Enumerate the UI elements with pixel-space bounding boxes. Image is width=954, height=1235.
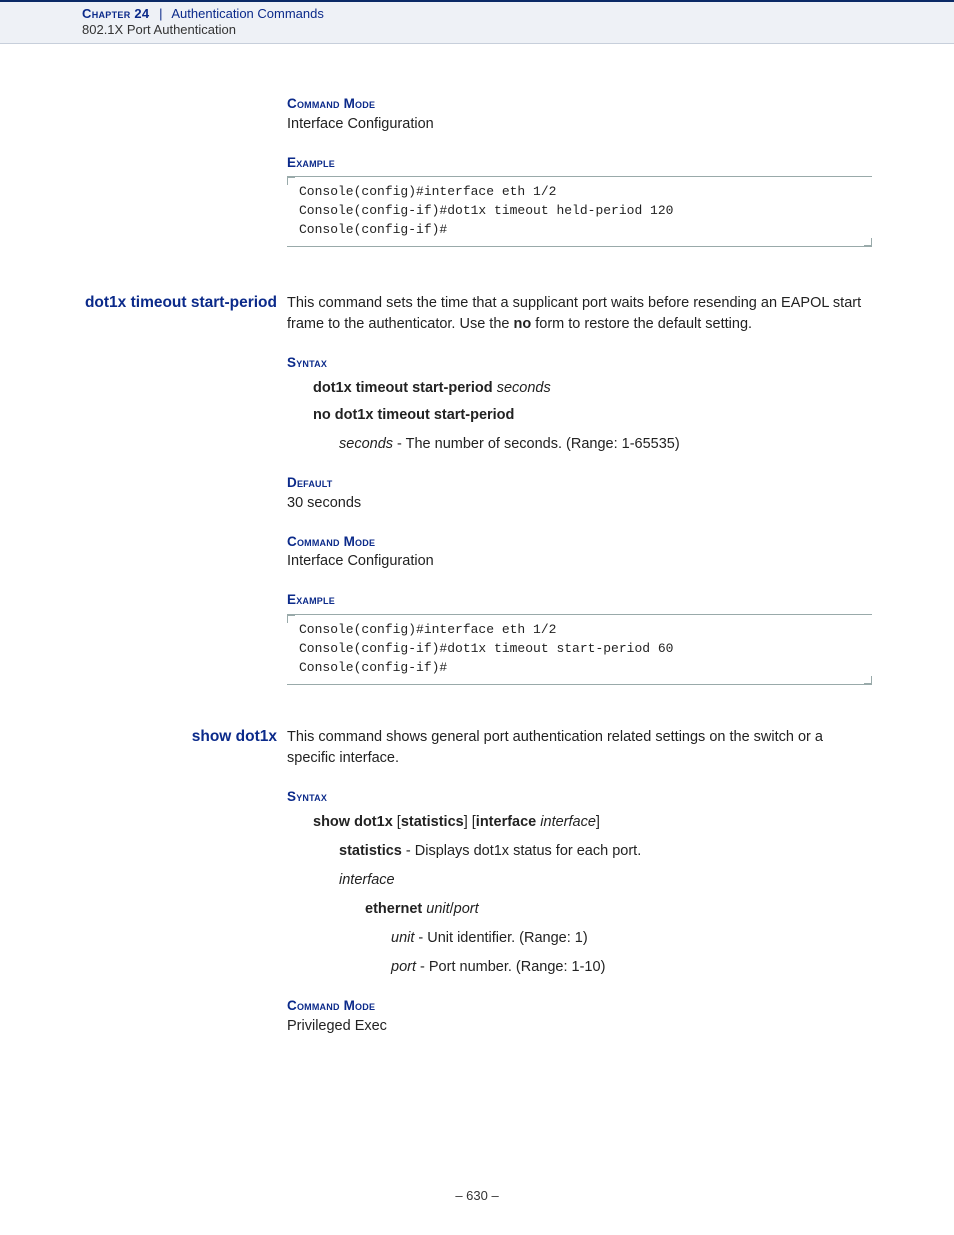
syntax-line: show dot1x [statistics] [interface inter… [287, 812, 872, 833]
header-separator: | [153, 6, 168, 21]
section-dot1x-timeout-start-period: dot1x timeout start-period This command … [82, 293, 872, 685]
header-subsection: 802.1X Port Authentication [82, 22, 954, 37]
syntax-sub-param: ethernet unit/port [287, 899, 872, 920]
command-mode-label: Command Mode [287, 94, 872, 114]
page-number: – 630 – [0, 1188, 954, 1203]
section-prev-tail: Command Mode Interface Configuration Exa… [82, 94, 872, 247]
default-label: Default [287, 473, 872, 493]
section-show-dot1x: show dot1x This command shows general po… [82, 727, 872, 1037]
command-mode-value: Privileged Exec [287, 1016, 872, 1037]
page: Chapter 24 | Authentication Commands 802… [0, 0, 954, 1235]
content-area: Command Mode Interface Configuration Exa… [0, 44, 954, 1037]
command-mode-value: Interface Configuration [287, 114, 872, 135]
syntax-param: seconds - The number of seconds. (Range:… [287, 434, 872, 455]
syntax-sub-param: port - Port number. (Range: 1-10) [287, 957, 872, 978]
command-mode-label: Command Mode [287, 532, 872, 552]
command-name: show dot1x [82, 727, 277, 748]
example-code: Console(config)#interface eth 1/2 Consol… [287, 614, 872, 685]
chapter-line: Chapter 24 | Authentication Commands [82, 6, 954, 21]
command-description: This command sets the time that a suppli… [287, 293, 872, 335]
command-mode-value: Interface Configuration [287, 551, 872, 572]
syntax-param: statistics - Displays dot1x status for e… [287, 841, 872, 862]
chapter-title: Authentication Commands [171, 6, 323, 21]
example-code: Console(config)#interface eth 1/2 Consol… [287, 176, 872, 247]
example-label: Example [287, 590, 872, 610]
syntax-param: interface [287, 870, 872, 891]
syntax-sub-param: unit - Unit identifier. (Range: 1) [287, 928, 872, 949]
default-value: 30 seconds [287, 493, 872, 514]
command-mode-label: Command Mode [287, 996, 872, 1016]
page-header: Chapter 24 | Authentication Commands 802… [0, 0, 954, 44]
command-description: This command shows general port authenti… [287, 727, 872, 769]
syntax-line: dot1x timeout start-period seconds [287, 378, 872, 399]
syntax-line: no dot1x timeout start-period [287, 405, 872, 426]
example-label: Example [287, 153, 872, 173]
syntax-label: Syntax [287, 787, 872, 807]
command-name: dot1x timeout start-period [82, 293, 277, 314]
chapter-label: Chapter 24 [82, 6, 149, 21]
syntax-label: Syntax [287, 353, 872, 373]
